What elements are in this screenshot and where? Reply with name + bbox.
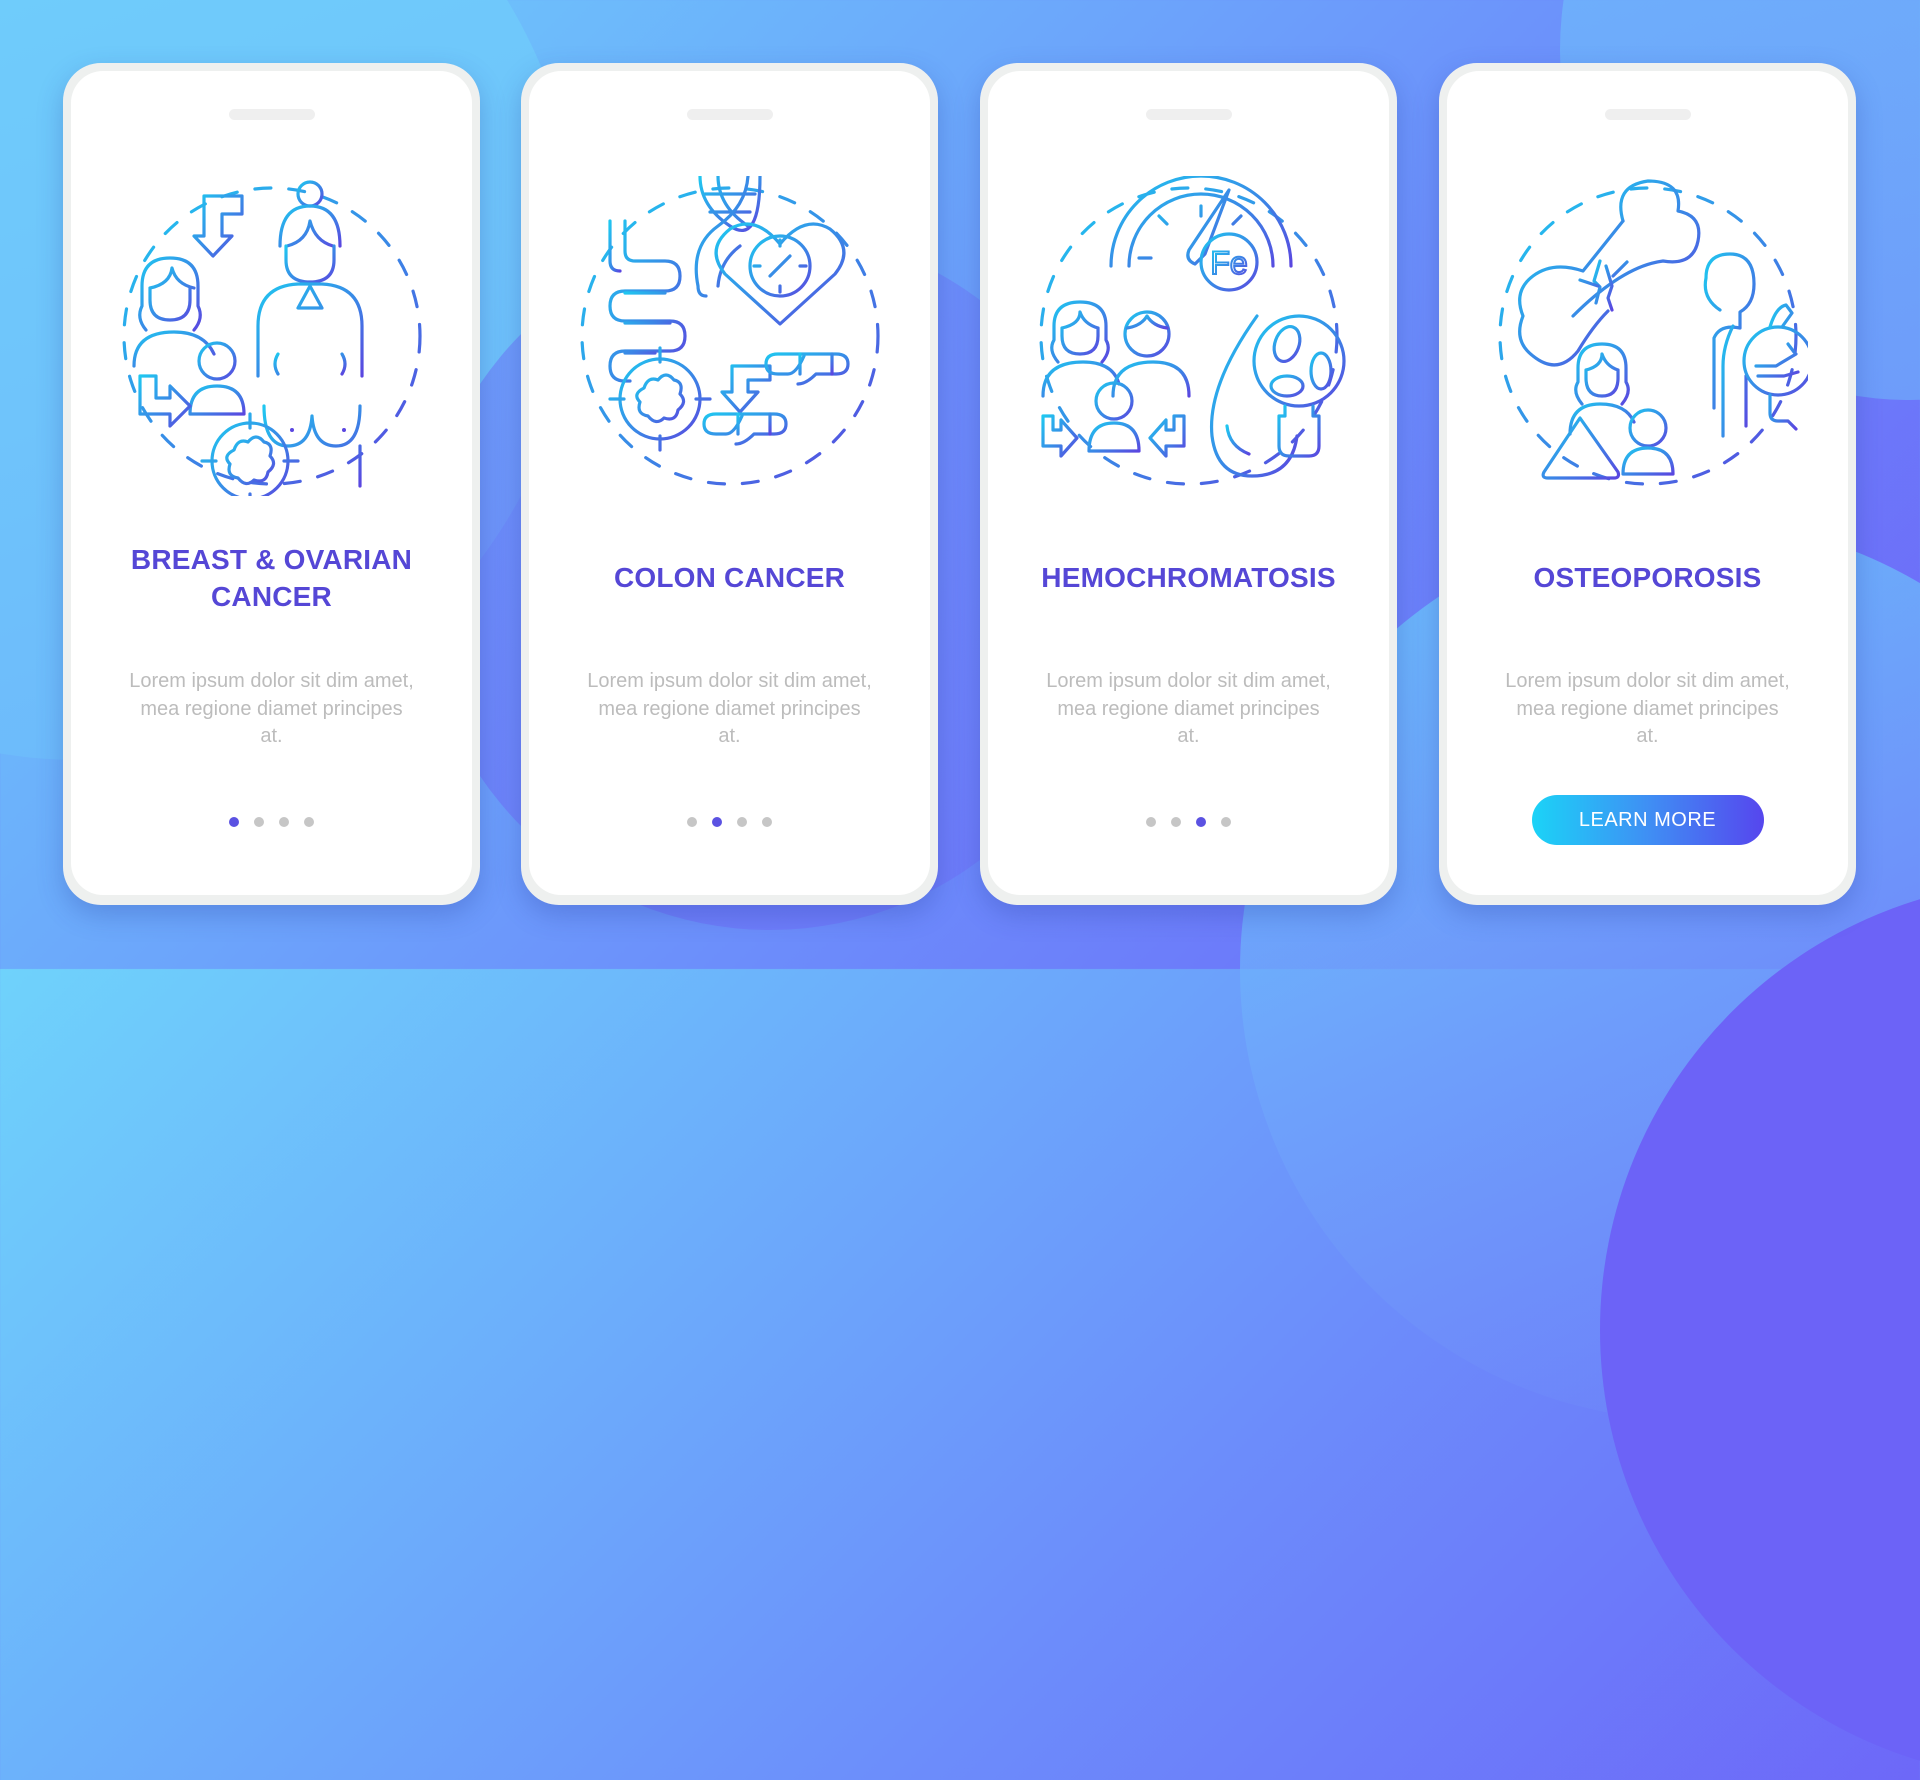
page-dot-2[interactable] [1171,817,1181,827]
screen-description: Lorem ipsum dolor sit dim amet, mea regi… [129,670,414,747]
pagination-dots [988,817,1389,827]
onboarding-screen-4: OSTEOPOROSIS Lorem ipsum dolor sit dim a… [1439,63,1856,905]
phone-notch [1604,109,1691,120]
screen-description: Lorem ipsum dolor sit dim amet, mea regi… [587,670,872,747]
pagination-dots [71,817,472,827]
screen-title: OSTEOPOROSIS [1533,562,1762,593]
screen-description: Lorem ipsum dolor sit dim amet, mea regi… [1046,670,1331,747]
screen-description: Lorem ipsum dolor sit dim amet, mea regi… [1505,670,1790,747]
onboarding-screen-1: BREAST & OVARIAN CANCER Lorem ipsum dolo… [63,63,480,905]
pagination-dots [529,817,930,827]
screen-content: Fe HEMOCHROMATOSIS Lorem ipsum dolor sit… [988,71,1389,895]
screen-title: COLON CANCER [613,562,846,593]
screen-content: COLON CANCER Lorem ipsum dolor sit dim a… [529,71,930,895]
page-dot-3-active[interactable] [1196,817,1206,827]
page-dot-4[interactable] [762,817,772,827]
page-dot-1-active[interactable] [229,817,239,827]
page-dot-2-active[interactable] [712,817,722,827]
screen-content: OSTEOPOROSIS Lorem ipsum dolor sit dim a… [1447,71,1848,895]
page-dot-3[interactable] [737,817,747,827]
broken-bone-spine-icon [1488,176,1808,496]
phone-notch [686,109,773,120]
phone-notch [1145,109,1232,120]
page-dot-4[interactable] [304,817,314,827]
phone-notch [228,109,315,120]
iron-overload-liver-icon: Fe [1029,176,1349,496]
page-dot-1[interactable] [687,817,697,827]
learn-more-button[interactable]: LEARN MORE [1531,795,1764,845]
screen-title: BREAST & OVARIAN CANCER [130,544,413,612]
colon-cancer-dna-icon [570,176,890,496]
family-history-breast-cancer-icon [112,176,432,496]
onboarding-screen-2: COLON CANCER Lorem ipsum dolor sit dim a… [521,63,938,905]
page-dot-1[interactable] [1146,817,1156,827]
onboarding-screen-3: Fe HEMOCHROMATOSIS Lorem ipsum dolor sit… [980,63,1397,905]
screen-content: BREAST & OVARIAN CANCER Lorem ipsum dolo… [71,71,472,895]
page-dot-3[interactable] [279,817,289,827]
svg-text:Fe: Fe [1210,245,1247,281]
page-dot-4[interactable] [1221,817,1231,827]
page-dot-2[interactable] [254,817,264,827]
background-blob [1600,880,1920,1780]
screen-title: HEMOCHROMATOSIS [1041,562,1336,593]
